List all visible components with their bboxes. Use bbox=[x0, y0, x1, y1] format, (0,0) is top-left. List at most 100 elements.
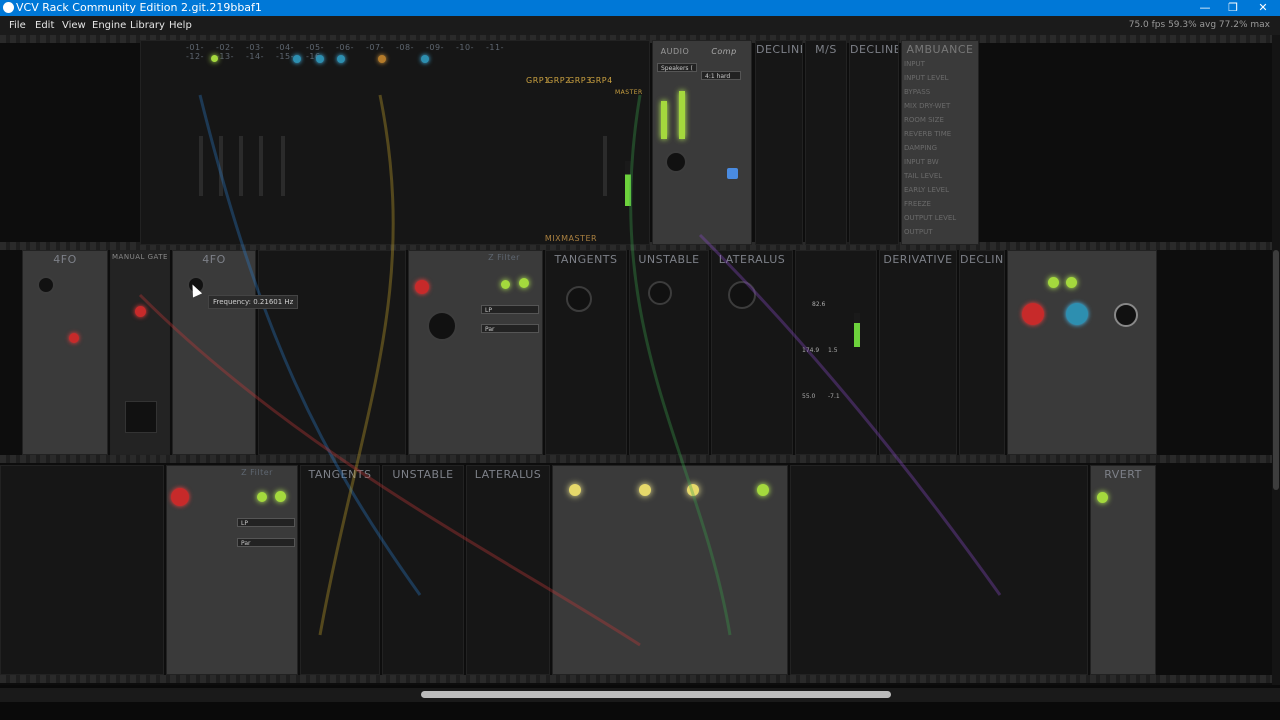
rvert-led bbox=[1097, 492, 1108, 503]
level-knob[interactable] bbox=[665, 151, 687, 173]
close-button[interactable]: ✕ bbox=[1248, 0, 1278, 16]
filter-led bbox=[415, 280, 429, 294]
menu-view[interactable]: View bbox=[59, 16, 89, 35]
filter-mode-select[interactable]: LP bbox=[237, 518, 295, 527]
channel-led bbox=[211, 55, 218, 62]
horizontal-scroll-thumb[interactable] bbox=[421, 691, 891, 698]
quad-led bbox=[639, 484, 651, 496]
app-icon bbox=[3, 2, 14, 13]
grp4-label: GRP4 bbox=[589, 76, 613, 85]
cutoff-knob[interactable] bbox=[648, 281, 672, 305]
lateralus-module: LATERALUS bbox=[466, 465, 550, 675]
menu-file[interactable]: File bbox=[6, 16, 29, 35]
rack-rail bbox=[0, 675, 1280, 683]
audio-vu-left bbox=[661, 101, 667, 139]
tangents-label: TANGENTS bbox=[308, 468, 372, 481]
restore-button[interactable]: ❐ bbox=[1218, 0, 1248, 16]
tangents-module: TANGENTS bbox=[545, 250, 627, 455]
vertical-scroll-thumb[interactable] bbox=[1273, 250, 1279, 490]
env-led bbox=[1066, 277, 1077, 288]
env-knob[interactable] bbox=[1114, 303, 1138, 327]
z-filter-label: Z Filter bbox=[241, 468, 273, 477]
ambuance-module: AMBUANCE INPUT INPUT LEVEL BYPASS MIX DRY-W… bbox=[901, 40, 979, 245]
rvert-label: RVERT bbox=[1104, 468, 1142, 481]
derivative-module: DERIVATIVE bbox=[879, 250, 957, 455]
comp-enable-button[interactable] bbox=[727, 168, 738, 179]
channel-led bbox=[378, 55, 386, 63]
ambuance-params: INPUT INPUT LEVEL BYPASS MIX DRY-WET ROOM SI… bbox=[904, 60, 957, 236]
grp3-label: GRP3 bbox=[568, 76, 592, 85]
meter-value: 55.0 bbox=[802, 393, 816, 400]
filter-mode-select[interactable]: LP bbox=[481, 305, 539, 314]
quad-module bbox=[552, 465, 788, 675]
filter-led bbox=[501, 280, 510, 289]
ms-label: M/S bbox=[815, 43, 837, 56]
ambuance-title: AMBUANCE bbox=[906, 43, 974, 56]
minimize-button[interactable]: — bbox=[1190, 0, 1220, 16]
channel-led bbox=[421, 55, 429, 63]
lfo-label: 4FO bbox=[202, 253, 226, 266]
z-filter-module: Z Filter LP Par bbox=[408, 250, 543, 455]
meter-value: 174.9 bbox=[802, 347, 820, 354]
quad-led bbox=[687, 484, 699, 496]
meter-value: -7.1 bbox=[828, 393, 840, 400]
env-button[interactable] bbox=[1022, 303, 1044, 325]
lateralus-label: LATERALUS bbox=[474, 468, 542, 481]
mixmaster-name: MIXMASTER bbox=[544, 234, 598, 243]
channel-led bbox=[293, 55, 301, 63]
audio-device-select[interactable]: Speakers ( bbox=[657, 63, 697, 72]
audio-vu-right bbox=[679, 91, 685, 139]
decline-module: DECLINE bbox=[849, 40, 899, 245]
menu-help[interactable]: Help bbox=[166, 16, 195, 35]
gate-button[interactable] bbox=[125, 401, 157, 433]
unstable-module: UNSTABLE bbox=[382, 465, 464, 675]
menu-edit[interactable]: Edit bbox=[32, 16, 57, 35]
filter-type-select[interactable]: Par bbox=[237, 538, 295, 547]
comp-label: Comp bbox=[711, 47, 737, 56]
meter-vu bbox=[854, 313, 860, 347]
fader[interactable] bbox=[219, 136, 223, 196]
menu-library[interactable]: Library bbox=[127, 16, 168, 35]
grp1-label: GRP1 bbox=[526, 76, 550, 85]
lfo-module: 4FO bbox=[22, 250, 108, 455]
lateralus-label: LATERALUS bbox=[718, 253, 786, 266]
env-button[interactable] bbox=[1066, 303, 1088, 325]
lfo-module: 4FO bbox=[172, 250, 256, 455]
menu-engine[interactable]: Engine bbox=[89, 16, 129, 35]
filter-led bbox=[171, 488, 189, 506]
channel-labels: -01- -02- -03- -04- -05- -06- -07- -08- … bbox=[186, 43, 504, 61]
fader[interactable] bbox=[239, 136, 243, 196]
filter-led bbox=[275, 491, 286, 502]
oscillator-module bbox=[258, 250, 406, 455]
unstable-label: UNSTABLE bbox=[392, 468, 454, 481]
rack-canvas[interactable]: -01- -02- -03- -04- -05- -06- -07- -08- … bbox=[0, 35, 1280, 685]
parameter-tooltip: Frequency: 0.21601 Hz bbox=[208, 295, 299, 309]
fader[interactable] bbox=[281, 136, 285, 196]
fader[interactable] bbox=[603, 136, 607, 196]
env-led bbox=[1048, 277, 1059, 288]
fader[interactable] bbox=[199, 136, 203, 196]
tangents-label: TANGENTS bbox=[554, 253, 618, 266]
rack-rail bbox=[0, 455, 1280, 463]
filter-type-select[interactable]: Par bbox=[481, 324, 539, 333]
sequencer-module bbox=[0, 465, 164, 675]
quad-led bbox=[569, 484, 581, 496]
horizontal-scrollbar[interactable] bbox=[0, 688, 1280, 702]
lateralus-module: LATERALUS bbox=[711, 250, 793, 455]
manual-gate-module: MANUAL GATE bbox=[110, 250, 170, 455]
meter-value: 82.6 bbox=[812, 301, 826, 308]
quad-led bbox=[757, 484, 769, 496]
master-label: MASTER bbox=[615, 89, 643, 96]
mixmaster-module: -01- -02- -03- -04- -05- -06- -07- -08- … bbox=[140, 40, 650, 245]
cutoff-knob[interactable] bbox=[566, 286, 592, 312]
unstable-module: UNSTABLE bbox=[629, 250, 709, 455]
compressor-ratio-select[interactable]: 4:1 hard bbox=[701, 71, 741, 80]
cutoff-knob[interactable] bbox=[427, 311, 457, 341]
channel-led bbox=[316, 55, 324, 63]
vertical-scrollbar[interactable] bbox=[1272, 35, 1280, 685]
frequency-knob[interactable] bbox=[37, 276, 55, 294]
meter-value: 1.5 bbox=[828, 347, 838, 354]
fader[interactable] bbox=[259, 136, 263, 196]
decline-module: DECLINE bbox=[959, 250, 1005, 455]
cutoff-knob[interactable] bbox=[728, 281, 756, 309]
